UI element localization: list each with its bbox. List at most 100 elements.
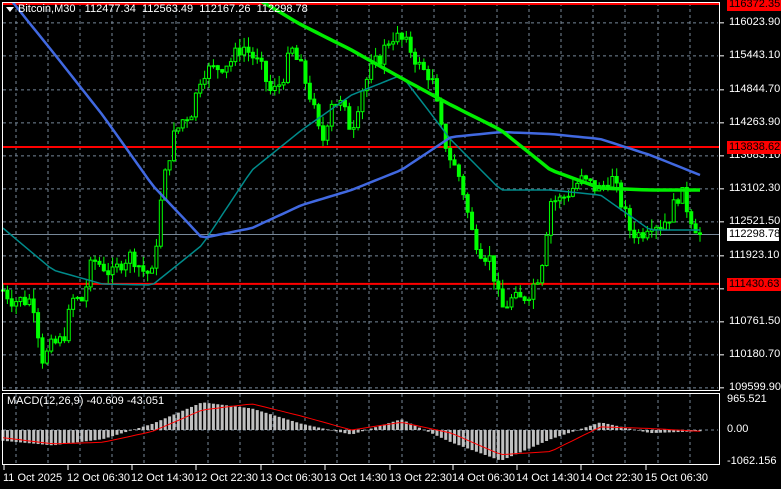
candle-bear bbox=[584, 175, 589, 180]
candle-bear bbox=[237, 47, 242, 56]
macd-histogram-bar bbox=[659, 430, 663, 433]
macd-histogram-bar bbox=[580, 428, 584, 430]
candle-bear bbox=[246, 46, 251, 53]
macd-histogram-bar bbox=[400, 419, 404, 430]
candle-bear bbox=[518, 291, 523, 298]
macd-histogram-bar bbox=[233, 406, 237, 430]
candle-bull bbox=[44, 350, 49, 364]
macd-histogram-bar bbox=[102, 430, 106, 439]
macd-histogram-bar bbox=[71, 430, 75, 443]
candle-bear bbox=[426, 68, 431, 81]
price-label: 113102.30 bbox=[729, 181, 781, 194]
macd-histogram-bar bbox=[470, 430, 474, 451]
price-label: 109599.90 bbox=[729, 380, 781, 393]
macd-histogram-bar bbox=[260, 411, 264, 430]
candle-bull bbox=[110, 266, 115, 276]
candle-bull bbox=[369, 63, 374, 80]
price-label: 114844.70 bbox=[729, 82, 781, 95]
macd-histogram-bar bbox=[189, 406, 193, 430]
candle-bull bbox=[290, 47, 295, 54]
macd-histogram-bar bbox=[584, 427, 588, 430]
macd-histogram-bar bbox=[347, 430, 351, 435]
candle-bull bbox=[71, 297, 76, 310]
macd-histogram-bar bbox=[238, 406, 242, 430]
time-label: 12 Oct 14:30 bbox=[131, 472, 194, 484]
macd-histogram-bar bbox=[496, 430, 500, 460]
macd-histogram-bar bbox=[523, 430, 527, 451]
candle-bear bbox=[62, 336, 67, 342]
macd-histogram-bar bbox=[128, 430, 132, 431]
macd-label: MACD(12,26,9) -40.609 -43.051 bbox=[7, 395, 165, 407]
candle-bear bbox=[53, 338, 58, 344]
candle-bear bbox=[342, 99, 347, 108]
candle-bear bbox=[461, 175, 466, 196]
macd-histogram-bar bbox=[518, 430, 522, 453]
candle-bull bbox=[417, 61, 422, 65]
candle-bull bbox=[544, 234, 549, 267]
menu-triangle-icon[interactable] bbox=[6, 6, 14, 12]
candle-bull bbox=[575, 182, 580, 189]
macd-histogram-bar bbox=[457, 430, 461, 446]
macd-axis-label: 0.00 bbox=[727, 423, 749, 435]
macd-histogram-bar bbox=[198, 403, 202, 430]
candle-bear bbox=[421, 61, 426, 70]
candle-bull bbox=[391, 41, 396, 45]
candle-bear bbox=[505, 306, 510, 309]
macd-histogram-bar bbox=[312, 426, 316, 430]
candle-bull bbox=[207, 65, 212, 79]
macd-histogram-bar bbox=[308, 425, 312, 430]
candle-bear bbox=[132, 251, 137, 268]
macd-histogram-bar bbox=[553, 430, 557, 438]
candle-bull bbox=[557, 196, 562, 202]
candle-bull bbox=[163, 169, 168, 201]
price-label: 112521.50 bbox=[729, 214, 781, 227]
candle-bull bbox=[224, 65, 229, 73]
level-price-label: 116372.35 bbox=[727, 0, 781, 11]
candle-bull bbox=[193, 92, 198, 118]
macd-histogram-bar bbox=[514, 430, 518, 455]
candle-bear bbox=[220, 69, 225, 73]
price-label: 116023.90 bbox=[729, 15, 781, 28]
candle-bull bbox=[662, 221, 667, 230]
macd-histogram-bar bbox=[146, 425, 150, 430]
candle-bull bbox=[430, 78, 435, 81]
macd-histogram-bar bbox=[483, 430, 487, 455]
candle-bear bbox=[562, 196, 567, 199]
macd-histogram-bar bbox=[282, 418, 286, 430]
macd-histogram-bar bbox=[76, 430, 80, 443]
macd-histogram-bar bbox=[181, 410, 185, 430]
candle-bear bbox=[439, 100, 444, 125]
macd-histogram-bar bbox=[207, 403, 211, 430]
macd-histogram-bar bbox=[575, 430, 579, 431]
macd-histogram-bar bbox=[632, 429, 636, 431]
high-value: 112563.49 bbox=[141, 3, 194, 15]
candle-bull bbox=[356, 111, 361, 129]
macd-histogram-bar bbox=[84, 430, 88, 442]
macd-histogram-bar bbox=[62, 430, 66, 444]
macd-histogram-bar bbox=[558, 430, 562, 437]
macd-histogram-bar bbox=[365, 429, 369, 431]
candle-bear bbox=[470, 211, 475, 230]
candle-bull bbox=[189, 116, 194, 121]
level-price-label: 111430.63 bbox=[727, 277, 781, 291]
price-chart[interactable] bbox=[0, 0, 781, 489]
current-price-label: 112298.78 bbox=[727, 228, 781, 242]
time-label: 11 Oct 2025 bbox=[3, 472, 63, 484]
candles bbox=[1, 25, 702, 369]
moving-averages bbox=[3, 3, 701, 286]
candle-bull bbox=[84, 286, 89, 302]
time-label: 12 Oct 06:30 bbox=[67, 472, 130, 484]
macd-signal-line bbox=[2, 403, 701, 456]
candle-bear bbox=[522, 296, 527, 301]
candle-bear bbox=[627, 208, 632, 231]
candle-bull bbox=[202, 77, 207, 85]
macd-histogram-bar bbox=[663, 430, 667, 433]
macd-histogram-bar bbox=[5, 430, 9, 442]
candle-bear bbox=[101, 263, 106, 272]
candle-bull bbox=[527, 298, 532, 301]
candle-bear bbox=[676, 199, 681, 204]
candle-bear bbox=[268, 80, 273, 91]
macd-histogram-bar bbox=[211, 403, 215, 430]
time-label: 12 Oct 22:30 bbox=[195, 472, 258, 484]
candle-bull bbox=[123, 262, 128, 271]
